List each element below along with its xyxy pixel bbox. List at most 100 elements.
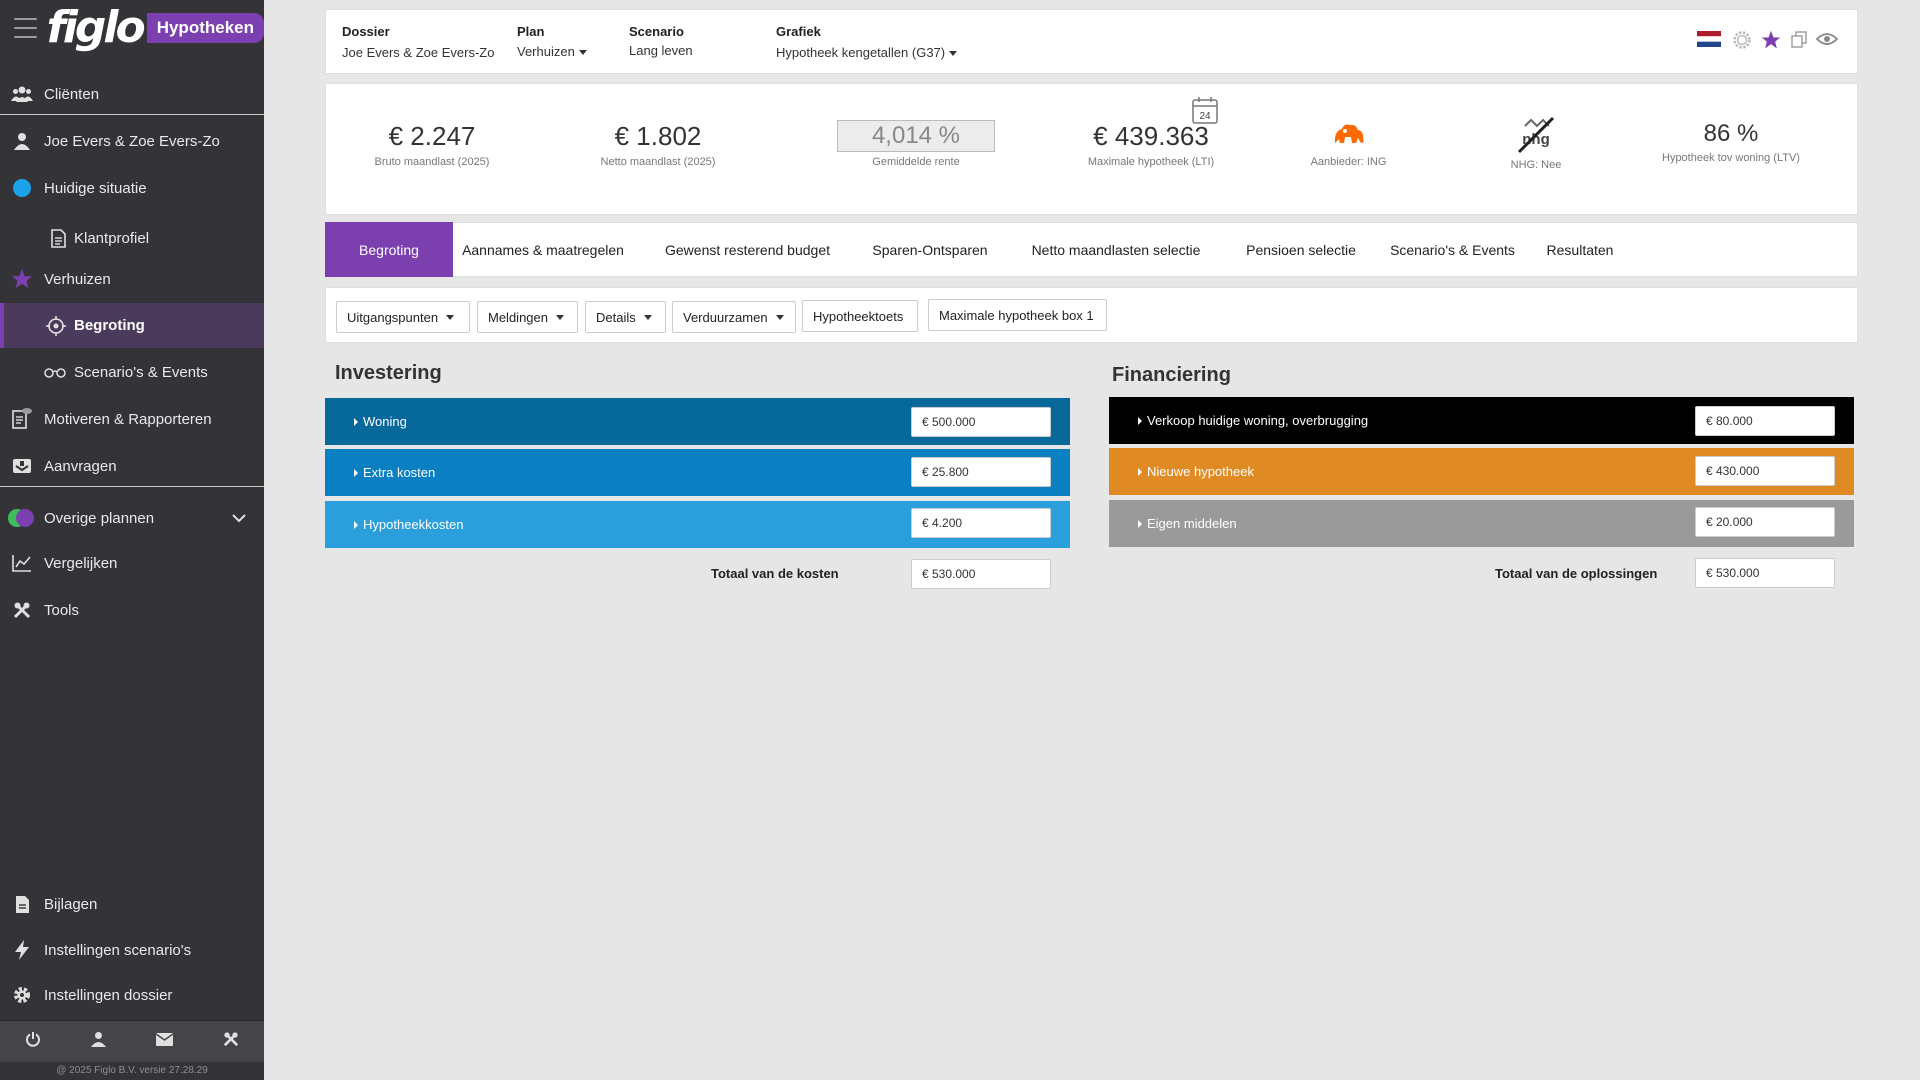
copy-icon[interactable] (1791, 31, 1807, 53)
sidebar-item-label: Joe Evers & Zoe Evers-Zo (44, 132, 220, 150)
button-label: Uitgangspunten (347, 309, 439, 325)
hamburger-menu-icon[interactable] (14, 18, 37, 38)
kpi-aanbieder: Aanbieder: ING (1261, 121, 1436, 168)
sidebar-item-aanvragen[interactable]: Aanvragen (0, 448, 264, 484)
user-icon[interactable] (91, 1031, 106, 1052)
sidebar-item-label: Huidige situatie (44, 179, 147, 197)
tab-pensioen[interactable]: Pensioen selectie (1232, 222, 1370, 277)
glasses-icon (0, 366, 74, 378)
tools-icon (0, 601, 44, 619)
sidebar-item-label: Aanvragen (44, 457, 117, 475)
sidebar-item-label: Begroting (74, 317, 145, 334)
tab-scenarios-events[interactable]: Scenario's & Events (1380, 222, 1525, 277)
chart-line-icon (0, 554, 44, 572)
sidebar-item-clienten[interactable]: Cliënten (0, 76, 264, 112)
scenario-value: Lang leven (629, 43, 693, 58)
sidebar-item-label: Motiveren & Rapporteren (44, 410, 212, 428)
settings-gear-icon[interactable] (1732, 30, 1752, 55)
tab-aannames[interactable]: Aannames & maatregelen (453, 222, 633, 277)
row-label: Woning (363, 414, 407, 429)
calendar-icon[interactable]: 24 (1192, 96, 1218, 129)
chevron-down-icon[interactable] (232, 510, 246, 527)
kpi-label: Aanbieder: ING (1310, 156, 1387, 168)
sidebar-item-begroting[interactable]: Begroting (0, 303, 264, 348)
scenario-label: Scenario (629, 24, 684, 39)
sidebar-item-label: Instellingen dossier (44, 986, 173, 1004)
kpi-label: Netto maandlast (2025) (600, 156, 716, 168)
nieuwe-hypotheek-amount-input[interactable]: € 430.000 (1695, 456, 1835, 486)
sidebar-item-instellingen-dossier[interactable]: Instellingen dossier (0, 977, 264, 1013)
plan-dropdown[interactable]: Verhuizen (517, 44, 587, 59)
sidebar-item-overige-plannen[interactable]: Overige plannen (0, 500, 264, 536)
sidebar-item-huidige-situatie[interactable]: Huidige situatie (0, 170, 264, 206)
figlo-logo: figlo (46, 2, 146, 53)
rate-value[interactable]: 4,014 % (836, 120, 996, 152)
eye-icon[interactable] (1815, 32, 1839, 51)
row-label: Verkoop huidige woning, overbrugging (1147, 413, 1369, 428)
kpi-nhg: nhg NHG: Nee (1436, 114, 1636, 171)
caret-right-icon (1138, 519, 1142, 528)
maximale-hypotheek-box1-button[interactable]: Maximale hypotheek box 1 (928, 299, 1107, 331)
favorite-star-icon[interactable] (1761, 30, 1781, 55)
sidebar-item-verhuizen[interactable]: Verhuizen (0, 261, 264, 297)
calendar-day: 24 (1199, 111, 1211, 122)
totaal-kosten-value: € 530.000 (911, 559, 1051, 589)
verkoop-amount-input[interactable]: € 80.000 (1695, 406, 1835, 436)
caret-down-icon (949, 51, 958, 57)
sidebar-item-klantprofiel[interactable]: Klantprofiel (0, 220, 264, 256)
kpi-ltv: 86 % Hypotheek tov woning (LTV) (1631, 120, 1831, 164)
sidebar-item-scenarios-events[interactable]: Scenario's & Events (0, 354, 264, 390)
sidebar-item-label: Verhuizen (44, 270, 111, 288)
divider (0, 486, 264, 487)
caret-down-icon (643, 314, 652, 320)
sidebar-item-tools[interactable]: Tools (0, 592, 264, 628)
totaal-oplossingen-value: € 530.000 (1695, 558, 1835, 588)
grafiek-dropdown[interactable]: Hypotheek kengetallen (G37) (776, 45, 958, 60)
dossier-label: Dossier (342, 24, 390, 39)
tab-gewenst-budget[interactable]: Gewenst resterend budget (650, 222, 845, 277)
uitgangspunten-dropdown[interactable]: Uitgangspunten (336, 301, 470, 333)
sidebar-item-label: Instellingen scenario's (44, 941, 192, 959)
caret-down-icon (556, 314, 564, 320)
target-icon (4, 315, 74, 336)
tab-resultaten[interactable]: Resultaten (1535, 222, 1625, 277)
sidebar-item-vergelijken[interactable]: Vergelijken (0, 545, 264, 581)
caret-right-icon (354, 417, 358, 426)
kpi-bruto: € 2.247 Bruto maandlast (2025) (326, 121, 538, 168)
sidebar-item-label: Overige plannen (44, 509, 155, 527)
verduurzamen-dropdown[interactable]: Verduurzamen (672, 301, 796, 333)
hypotheekkosten-amount-input[interactable]: € 4.200 (911, 508, 1051, 538)
plan-label: Plan (517, 24, 545, 39)
file-icon (0, 895, 44, 914)
sidebar-item-instellingen-scenarios[interactable]: Instellingen scenario's (0, 932, 264, 968)
details-dropdown[interactable]: Details (585, 301, 666, 333)
mail-icon[interactable] (155, 1032, 174, 1051)
tab-sparen[interactable]: Sparen-Ontsparen (860, 222, 1000, 277)
woning-amount-input[interactable]: € 500.000 (911, 407, 1051, 437)
extra-kosten-amount-input[interactable]: € 25.800 (911, 457, 1051, 487)
sidebar-item-label: Klantprofiel (74, 229, 150, 247)
grafiek-label: Grafiek (776, 24, 821, 39)
caret-right-icon (354, 468, 358, 477)
row-label: Eigen middelen (1147, 516, 1237, 531)
kpi-label: Hypotheek tov woning (LTV) (1662, 152, 1800, 164)
eigen-middelen-amount-input[interactable]: € 20.000 (1695, 507, 1835, 537)
sidebar-footer (0, 1020, 264, 1062)
sidebar-item-motiveren[interactable]: Motiveren & Rapporteren (0, 401, 264, 437)
logo-bar: figlo Hypotheken (0, 0, 264, 56)
meldingen-dropdown[interactable]: Meldingen (477, 301, 578, 333)
sidebar-item-dossier-client[interactable]: Joe Evers & Zoe Evers-Zo (0, 123, 264, 159)
kpi-value: € 1.802 (614, 121, 702, 151)
hypotheektoets-button[interactable]: Hypotheektoets (802, 300, 918, 332)
sidebar-item-bijlagen[interactable]: Bijlagen (0, 886, 264, 922)
kpi-label: Bruto maandlast (2025) (374, 156, 490, 168)
tools-icon[interactable] (223, 1031, 239, 1052)
totaal-oplossingen-label: Totaal van de oplossingen (1495, 566, 1658, 581)
tab-begroting[interactable]: Begroting (325, 222, 453, 277)
power-icon[interactable] (25, 1031, 41, 1052)
dutch-flag-icon[interactable] (1697, 31, 1721, 52)
tab-netto-maandlasten[interactable]: Netto maandlasten selectie (1020, 222, 1212, 277)
report-icon (0, 408, 44, 430)
kpi-rente: 4,014 % Gemiddelde rente (796, 120, 1036, 168)
button-label: Verduurzamen (683, 309, 768, 325)
